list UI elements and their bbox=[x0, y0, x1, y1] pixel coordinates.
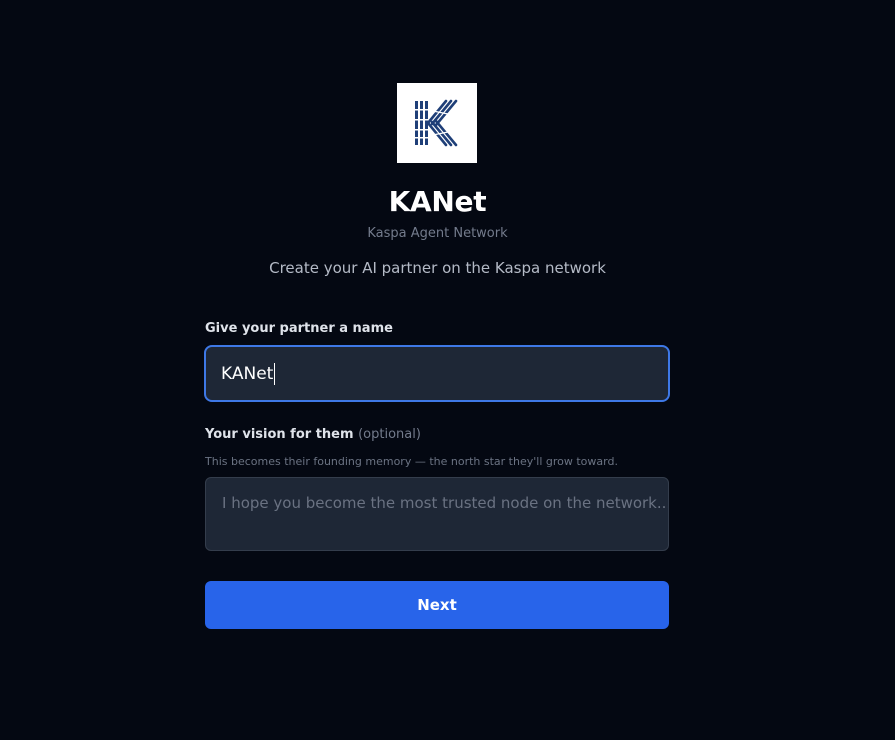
kaspa-k-logo-icon bbox=[397, 83, 477, 163]
app-subtitle: Kaspa Agent Network bbox=[367, 226, 508, 241]
onboarding-page: KANet Kaspa Agent Network Create your AI… bbox=[0, 0, 895, 740]
partner-name-input[interactable]: KANet bbox=[204, 345, 670, 402]
app-tagline: Create your AI partner on the Kaspa netw… bbox=[269, 259, 606, 277]
app-title: KANet bbox=[388, 185, 487, 218]
next-button[interactable]: Next bbox=[205, 581, 669, 629]
vision-label-text: Your vision for them bbox=[205, 427, 354, 442]
vision-help-text: This becomes their founding memory — the… bbox=[205, 455, 618, 468]
text-caret bbox=[274, 362, 276, 385]
partner-name-value: KANet bbox=[221, 363, 274, 384]
vision-placeholder: I hope you become the most trusted node … bbox=[222, 494, 669, 512]
vision-textarea[interactable]: I hope you become the most trusted node … bbox=[205, 477, 669, 551]
vision-optional-tag: (optional) bbox=[358, 427, 421, 442]
next-button-label: Next bbox=[417, 596, 457, 614]
partner-name-label: Give your partner a name bbox=[205, 321, 393, 336]
vision-label: Your vision for them (optional) bbox=[205, 426, 421, 444]
